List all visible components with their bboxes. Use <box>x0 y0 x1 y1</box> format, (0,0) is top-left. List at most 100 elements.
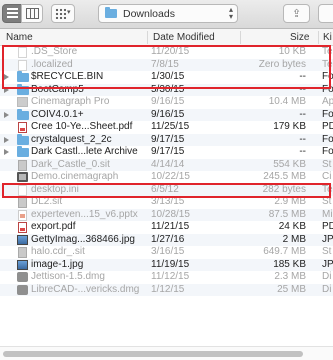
file-kind: PD <box>322 221 333 232</box>
file-row[interactable]: experteven...15_v6.pptx 10/28/15 87.5 MB Mi <box>0 208 333 221</box>
file-size: 282 bytes <box>262 183 306 195</box>
scrollbar-thumb[interactable] <box>3 351 303 357</box>
file-name: image-1.jpg <box>31 258 84 270</box>
file-row[interactable]: export.pdf 11/21/15 24 KB PD <box>0 221 333 234</box>
file-row[interactable]: halo.cdr_.sit 3/16/15 649.7 MB St <box>0 246 333 259</box>
archive-icon <box>18 159 27 171</box>
folder-icon <box>17 146 29 157</box>
share-icon: ⇪ <box>292 8 302 20</box>
file-size: 185 KB <box>273 258 306 270</box>
folder-icon <box>17 71 29 82</box>
file-name: export.pdf <box>31 221 76 232</box>
file-name: .localized <box>31 58 73 70</box>
file-kind: Di <box>322 271 332 282</box>
column-name[interactable]: Name <box>6 32 33 43</box>
file-row[interactable]: DL2.sit 3/13/15 2.9 MB St <box>0 196 333 209</box>
list-view-button[interactable] <box>2 4 22 23</box>
file-name: .DS_Store <box>31 46 78 57</box>
file-row[interactable]: GettyImag...368466.jpg 1/27/16 2 MB JP <box>0 233 333 246</box>
file-row[interactable]: Demo.cinemagraph 10/22/15 245.5 MB Ci <box>0 171 333 184</box>
file-kind: PD <box>322 121 333 132</box>
file-date: 5/30/15 <box>151 83 185 95</box>
file-size: 554 KB <box>273 158 306 170</box>
file-kind: Fo <box>322 146 333 157</box>
file-date: 9/17/15 <box>151 146 185 157</box>
image-icon <box>17 259 28 270</box>
file-name: $RECYCLE.BIN <box>31 71 104 82</box>
file-date: 9/16/15 <box>151 108 185 120</box>
file-row[interactable]: desktop.ini 6/5/12 282 bytes Te <box>0 183 333 196</box>
file-row[interactable]: .DS_Store 11/20/15 10 KB Te <box>0 46 333 59</box>
file-size: -- <box>299 71 306 82</box>
file-date: 6/5/12 <box>151 183 179 195</box>
column-kind[interactable]: Ki <box>323 32 332 43</box>
file-date: 11/21/15 <box>151 221 190 232</box>
column-header: Name Date Modified Size Ki <box>0 29 333 46</box>
file-row[interactable]: image-1.jpg 11/19/15 185 KB JP <box>0 258 333 271</box>
pdf-icon <box>18 122 27 133</box>
file-name: Dark Castl...lete Archive <box>31 146 138 157</box>
disclosure-triangle-icon[interactable] <box>4 86 9 93</box>
location-popup[interactable]: Downloads ▴ ▾ <box>98 4 238 23</box>
file-row[interactable]: Dark_Castle_0.sit 4/14/14 554 KB St <box>0 158 333 171</box>
file-kind: Te <box>322 58 333 70</box>
file-kind: Fo <box>322 71 333 82</box>
tag-button[interactable] <box>318 4 333 23</box>
file-size: 24 KB <box>278 221 306 232</box>
pdf-icon <box>18 222 27 233</box>
app-icon <box>17 97 28 107</box>
column-divider[interactable] <box>240 31 241 44</box>
document-icon <box>18 59 27 71</box>
file-size: -- <box>299 146 306 157</box>
grid-icon <box>55 8 66 19</box>
file-kind: Ap <box>322 96 333 107</box>
file-kind: St <box>322 246 332 257</box>
file-name: DL2.sit <box>31 196 63 207</box>
file-kind: Ci <box>322 171 332 182</box>
file-row[interactable]: .localized 7/8/15 Zero bytes Te <box>0 58 333 71</box>
file-size: -- <box>299 133 306 145</box>
disclosure-triangle-icon[interactable] <box>4 74 9 80</box>
file-name: Demo.cinemagraph <box>31 171 119 182</box>
file-date: 11/19/15 <box>151 258 190 270</box>
column-view-button[interactable] <box>21 4 43 23</box>
file-row[interactable]: $RECYCLE.BIN 1/30/15 -- Fo <box>0 71 333 84</box>
disclosure-triangle-icon[interactable] <box>4 149 9 155</box>
file-name: LibreCAD-...vericks.dmg <box>31 283 140 295</box>
file-row[interactable]: Jettison-1.5.dmg 11/12/15 2.3 MB Di <box>0 271 333 284</box>
file-name: Cree 10-Ye...Sheet.pdf <box>31 121 133 132</box>
column-divider[interactable] <box>147 31 148 44</box>
file-date: 9/17/15 <box>151 133 185 145</box>
file-kind: Fo <box>322 133 333 145</box>
file-name: Dark_Castle_0.sit <box>31 158 110 170</box>
file-date: 7/8/15 <box>151 58 179 70</box>
file-date: 9/16/15 <box>151 96 185 107</box>
file-name: crystalquest_2_2c <box>31 133 112 145</box>
column-size[interactable]: Size <box>290 32 309 43</box>
file-name: halo.cdr_.sit <box>31 246 85 257</box>
column-divider[interactable] <box>318 31 319 44</box>
file-row[interactable]: Dark Castl...lete Archive 9/17/15 -- Fo <box>0 146 333 159</box>
file-size: 2.3 MB <box>274 271 306 282</box>
document-icon <box>18 47 27 58</box>
file-row[interactable]: COIV4.0.1+ 9/16/15 -- Fo <box>0 108 333 121</box>
file-size: 87.5 MB <box>268 208 306 220</box>
file-kind: JP <box>322 258 333 270</box>
disclosure-triangle-icon[interactable] <box>4 111 9 118</box>
file-row[interactable]: Cree 10-Ye...Sheet.pdf 11/25/15 179 KB PD <box>0 121 333 134</box>
file-size: -- <box>299 83 306 95</box>
movie-icon <box>17 172 28 182</box>
file-row[interactable]: crystalquest_2_2c 9/17/15 -- Fo <box>0 133 333 146</box>
arrange-button[interactable]: ▾ <box>51 4 75 23</box>
file-size: 649.7 MB <box>263 246 306 257</box>
file-row[interactable]: Cinemagraph Pro 9/16/15 10.4 MB Ap <box>0 96 333 109</box>
file-size: Zero bytes <box>258 58 306 70</box>
file-row[interactable]: BootCamp5 5/30/15 -- Fo <box>0 83 333 96</box>
disclosure-triangle-icon[interactable] <box>4 136 9 143</box>
file-row[interactable]: LibreCAD-...vericks.dmg 1/12/15 25 MB Di <box>0 283 333 296</box>
horizontal-scrollbar[interactable] <box>0 346 333 360</box>
share-button[interactable]: ⇪ <box>283 4 310 23</box>
column-date-modified[interactable]: Date Modified <box>153 32 215 43</box>
file-name: desktop.ini <box>31 183 79 195</box>
file-name: BootCamp5 <box>31 83 84 95</box>
